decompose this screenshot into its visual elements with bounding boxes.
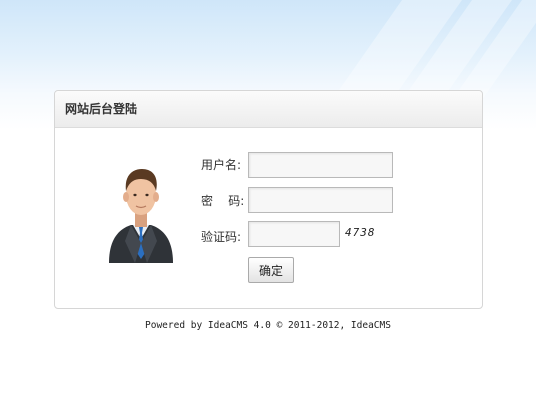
- footer-copyright: Powered by IdeaCMS 4.0 © 2011-2012, Idea…: [145, 320, 391, 331]
- username-input[interactable]: [248, 152, 393, 178]
- login-panel: 网站后台登陆 用户名: 密 码: 验证码: 4738 确定: [54, 90, 483, 309]
- username-label: 用户名:: [201, 158, 242, 172]
- captcha-label: 验证码:: [201, 230, 242, 244]
- password-input[interactable]: [248, 187, 393, 213]
- business-man-avatar-icon: [109, 169, 173, 263]
- captcha-input[interactable]: [248, 221, 340, 247]
- submit-button[interactable]: 确定: [248, 257, 294, 283]
- password-label: 密 码:: [201, 194, 245, 208]
- panel-title: 网站后台登陆: [55, 91, 482, 128]
- captcha-image[interactable]: 4738: [345, 226, 376, 239]
